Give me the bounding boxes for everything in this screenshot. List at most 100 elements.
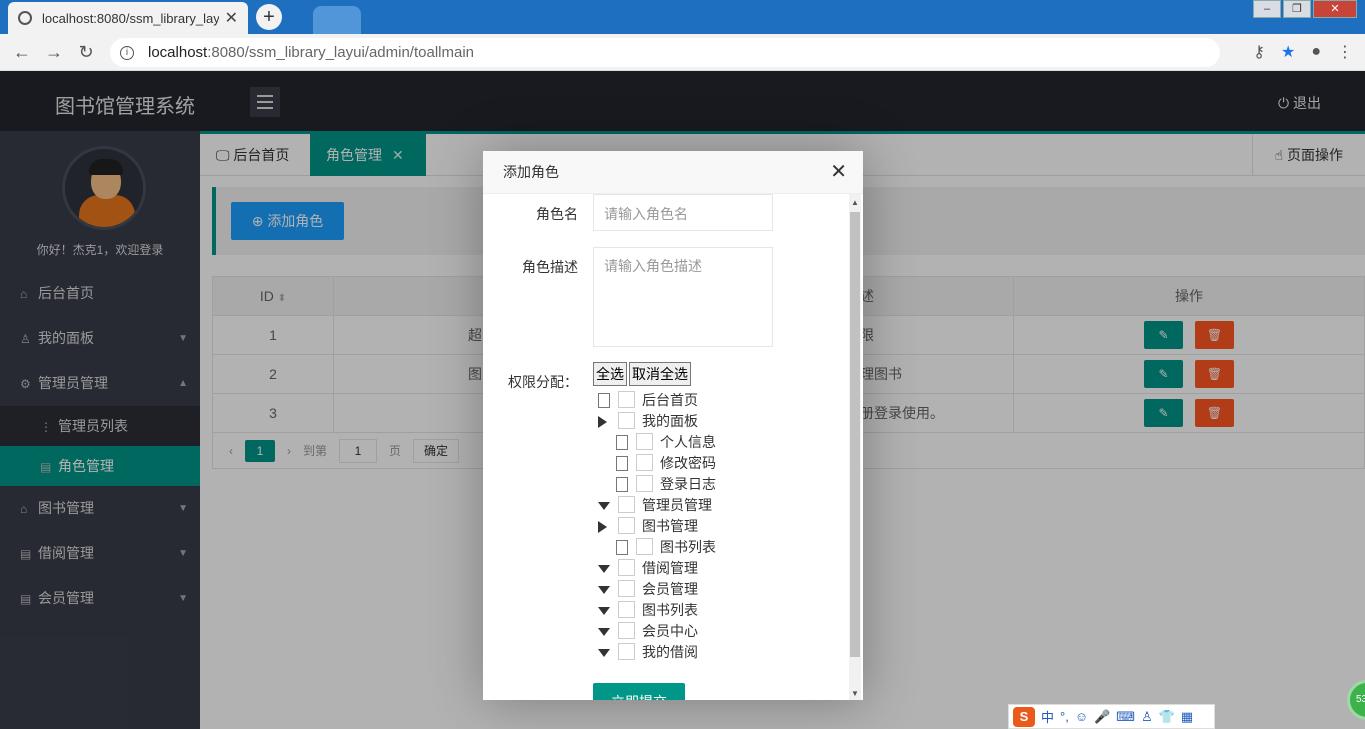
dialog-scrollbar[interactable]: ▲ ▼ xyxy=(849,194,861,700)
role-desc-textarea[interactable]: 请输入角色描述 xyxy=(593,247,773,347)
tree-checkbox[interactable] xyxy=(618,412,635,429)
tree-node-label: 个人信息 xyxy=(660,434,716,450)
tree-node-label: 我的面板 xyxy=(642,413,698,429)
tree-node-label: 后台首页 xyxy=(642,392,698,408)
role-name-input[interactable]: 请输入角色名 xyxy=(593,194,773,231)
tree-checkbox[interactable] xyxy=(618,622,635,639)
address-bar: ← → ↻ i localhost:8080/ssm_library_layui… xyxy=(0,34,1365,71)
submit-button[interactable]: 立即提交 xyxy=(593,683,685,700)
browser-tabbar: localhost:8080/ssm_library_lay ✕ + – ❐ ✕ xyxy=(0,0,1365,34)
shirt-icon[interactable]: 👕 xyxy=(1159,709,1175,725)
caret-down-icon[interactable] xyxy=(598,502,610,510)
document-icon xyxy=(616,477,628,492)
browser-tab[interactable]: localhost:8080/ssm_library_lay ✕ xyxy=(8,2,248,34)
caret-down-icon[interactable] xyxy=(598,565,610,573)
dialog-title: 添加角色 xyxy=(483,151,863,194)
add-role-dialog: 添加角色 ✕ 角色名 请输入角色名 角色描述 请输入角色描述 权限分配： 全选 … xyxy=(483,151,863,700)
reload-icon[interactable]: ↻ xyxy=(70,42,102,63)
tree-node[interactable]: 我的借阅 xyxy=(593,642,823,663)
tree-node-label: 修改密码 xyxy=(660,455,716,471)
app-shortcut-icon[interactable] xyxy=(313,6,361,34)
key-icon[interactable]: ⚷ xyxy=(1253,42,1265,62)
tree-node-label: 图书管理 xyxy=(642,518,698,534)
tree-checkbox[interactable] xyxy=(618,391,635,408)
tree-node[interactable]: 图书列表 xyxy=(593,600,823,621)
browser-tab-title: localhost:8080/ssm_library_lay xyxy=(42,10,219,26)
caret-down-icon[interactable] xyxy=(598,628,610,636)
tree-node[interactable]: 图书管理 xyxy=(593,516,823,537)
account-icon[interactable]: ● xyxy=(1311,43,1321,61)
bookmark-star-icon[interactable]: ★ xyxy=(1281,42,1295,62)
tree-node-label: 管理员管理 xyxy=(642,497,712,513)
tree-node[interactable]: 登录日志 xyxy=(593,474,823,495)
globe-icon xyxy=(18,11,32,25)
tab-close-icon[interactable]: ✕ xyxy=(225,8,238,28)
url-host: localhost xyxy=(148,44,208,61)
caret-down-icon[interactable] xyxy=(598,649,610,657)
grid-icon[interactable]: ▦ xyxy=(1181,709,1193,725)
address-actions: ⚷ ★ ● ⋮ xyxy=(1253,42,1353,62)
tree-node-label: 登录日志 xyxy=(660,476,716,492)
tree-node[interactable]: 修改密码 xyxy=(593,453,823,474)
caret-down-icon[interactable] xyxy=(598,607,610,615)
forward-icon[interactable]: → xyxy=(38,42,70,63)
tree-checkbox[interactable] xyxy=(618,559,635,576)
tree-checkbox[interactable] xyxy=(618,496,635,513)
document-icon xyxy=(616,435,628,450)
scroll-thumb[interactable] xyxy=(850,212,860,657)
tree-checkbox[interactable] xyxy=(618,580,635,597)
tree-checkbox[interactable] xyxy=(636,475,653,492)
tree-node[interactable]: 管理员管理 xyxy=(593,495,823,516)
dialog-body: 角色名 请输入角色名 角色描述 请输入角色描述 权限分配： 全选 取消全选 后台… xyxy=(483,194,847,700)
mic-icon[interactable]: 🎤 xyxy=(1094,709,1110,725)
info-icon[interactable]: i xyxy=(120,45,134,60)
tree-node-label: 会员中心 xyxy=(642,623,698,639)
tree-node[interactable]: 我的面板 xyxy=(593,411,823,432)
tree-node[interactable]: 会员管理 xyxy=(593,579,823,600)
tree-node-label: 借阅管理 xyxy=(642,560,698,576)
caret-right-icon[interactable] xyxy=(598,521,607,533)
tree-checkbox[interactable] xyxy=(618,517,635,534)
tree-node-label: 会员管理 xyxy=(642,581,698,597)
new-tab-button[interactable]: + xyxy=(256,4,282,30)
document-icon xyxy=(598,393,610,408)
sogou-icon[interactable]: S xyxy=(1013,706,1035,727)
tree-checkbox[interactable] xyxy=(636,433,653,450)
ime-lang[interactable]: 中 xyxy=(1041,707,1054,726)
tree-checkbox[interactable] xyxy=(636,538,653,555)
tree-checkbox[interactable] xyxy=(618,601,635,618)
ime-toolbar: S 中 °, ☺ 🎤 ⌨ ♙ 👕 ▦ xyxy=(1008,704,1215,729)
tree-checkbox[interactable] xyxy=(618,643,635,660)
caret-right-icon[interactable] xyxy=(598,416,607,428)
tree-checkbox[interactable] xyxy=(636,454,653,471)
tree-node[interactable]: 会员中心 xyxy=(593,621,823,642)
back-icon[interactable]: ← xyxy=(6,42,38,63)
tree-node[interactable]: 图书列表 xyxy=(593,537,823,558)
window-controls: – ❐ ✕ xyxy=(1251,0,1357,18)
more-menu-icon[interactable]: ⋮ xyxy=(1337,42,1353,62)
tree-node[interactable]: 后台首页 xyxy=(593,390,823,411)
permission-tree: 后台首页 我的面板 个人信息 修改密码 登录日志 管理员管理 图书管理 图书列表 借阅管理 会员管… xyxy=(593,390,823,663)
url-field[interactable]: i localhost:8080/ssm_library_layui/admin… xyxy=(110,38,1220,67)
scroll-up-icon[interactable]: ▲ xyxy=(851,198,859,207)
scroll-down-icon[interactable]: ▼ xyxy=(851,689,859,698)
user-icon[interactable]: ♙ xyxy=(1141,709,1153,725)
dialog-close-icon[interactable]: ✕ xyxy=(830,161,847,183)
url-path: :8080/ssm_library_layui/admin/toallmain xyxy=(207,44,474,61)
restore-icon[interactable]: ❐ xyxy=(1283,0,1311,18)
role-name-label: 角色名 xyxy=(536,206,578,222)
ime-punct[interactable]: °, xyxy=(1060,709,1069,724)
tree-node[interactable]: 借阅管理 xyxy=(593,558,823,579)
select-all-button[interactable]: 全选 xyxy=(593,362,627,386)
deselect-all-button[interactable]: 取消全选 xyxy=(629,362,691,386)
tree-node-label: 图书列表 xyxy=(660,539,716,555)
document-icon xyxy=(616,540,628,555)
caret-down-icon[interactable] xyxy=(598,586,610,594)
minimize-icon[interactable]: – xyxy=(1253,0,1281,18)
window-close-icon[interactable]: ✕ xyxy=(1313,0,1357,18)
emoji-icon[interactable]: ☺ xyxy=(1075,709,1088,724)
permission-label: 权限分配： xyxy=(508,374,578,390)
tree-node[interactable]: 个人信息 xyxy=(593,432,823,453)
document-icon xyxy=(616,456,628,471)
keyboard-icon[interactable]: ⌨ xyxy=(1116,709,1135,725)
